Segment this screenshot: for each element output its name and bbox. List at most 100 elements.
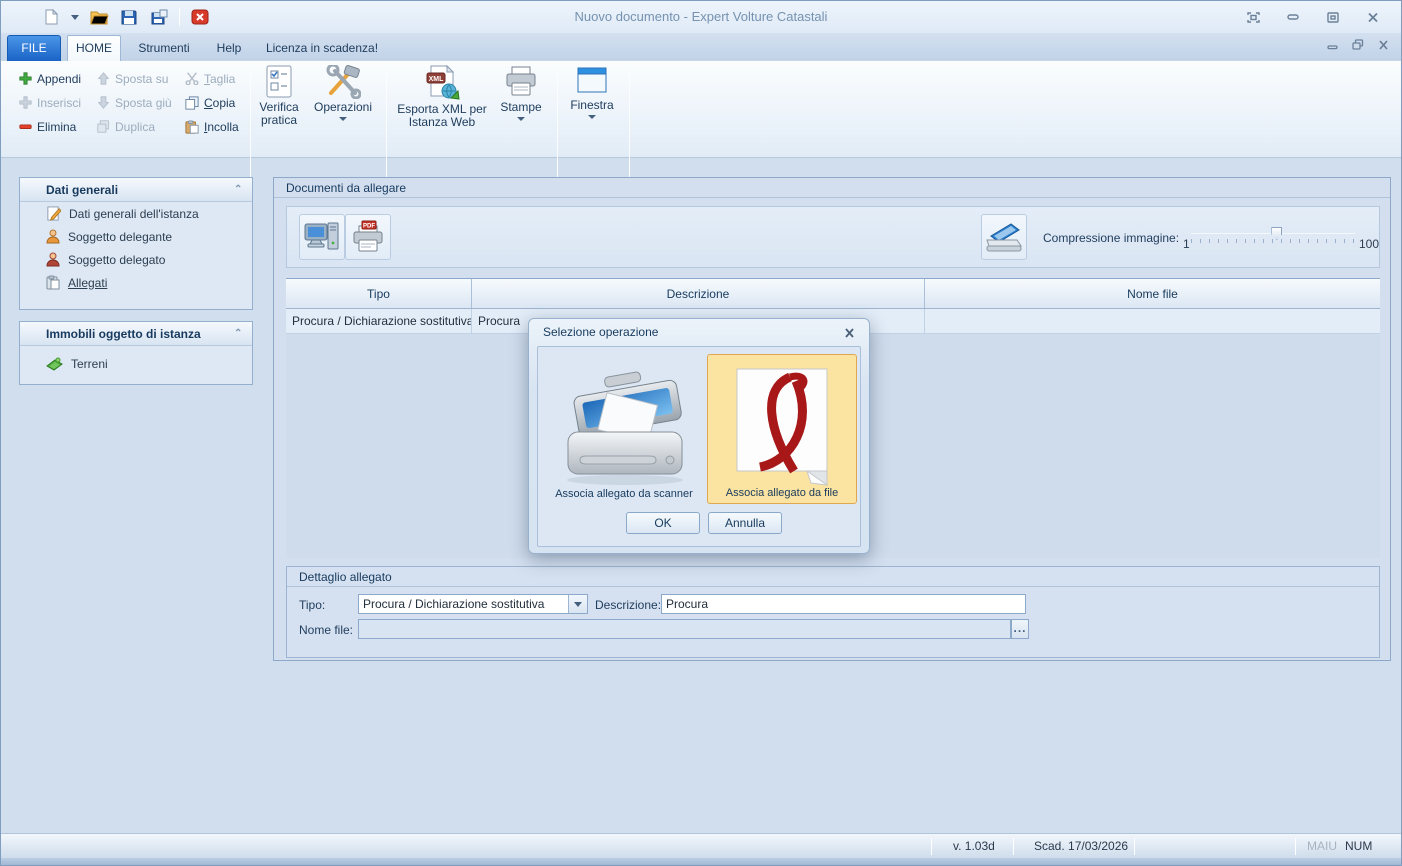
tab-file[interactable]: FILE bbox=[7, 35, 61, 61]
nome-file-label: Nome file: bbox=[299, 623, 353, 637]
scadenza-text: Scad. 17/03/2026 bbox=[1034, 839, 1128, 853]
column-header-nome-file[interactable]: Nome file bbox=[925, 279, 1380, 308]
compression-slider[interactable]: 1 100 bbox=[1183, 219, 1379, 259]
incolla-button[interactable]: Incolla bbox=[181, 116, 243, 137]
fullscreen-button[interactable] bbox=[1239, 7, 1267, 27]
mdi-close-button[interactable] bbox=[1378, 39, 1389, 53]
tipo-combo-dropdown[interactable] bbox=[568, 595, 587, 613]
maiu-indicator: MAIU bbox=[1307, 839, 1337, 853]
sidebar-item-label: Allegati bbox=[68, 276, 107, 290]
ok-button[interactable]: OK bbox=[626, 512, 700, 534]
pdf-print-button[interactable]: PDF bbox=[345, 214, 391, 260]
sidebar-item-soggetto-delegato[interactable]: Soggetto delegato bbox=[20, 248, 252, 271]
tab-home[interactable]: HOME bbox=[67, 35, 121, 61]
tab-help[interactable]: Help bbox=[209, 35, 249, 61]
tipo-combobox[interactable]: Procura / Dichiarazione sostitutiva bbox=[358, 594, 588, 614]
esporta-xml-label: Esporta XML per Istanza Web bbox=[394, 103, 490, 129]
cell-nome-file bbox=[925, 309, 1380, 333]
sposta-su-button: Sposta su bbox=[93, 68, 172, 89]
plus-gray-icon bbox=[19, 96, 32, 109]
tab-licenza[interactable]: Licenza in scadenza! bbox=[263, 35, 381, 61]
statusbar-separator bbox=[931, 838, 932, 855]
verifica-pratica-button[interactable]: Verifica pratica bbox=[254, 65, 304, 139]
scanner-icon bbox=[985, 220, 1023, 254]
sidebar-item-label: Dati generali dell'istanza bbox=[69, 207, 199, 221]
paste-icon bbox=[185, 120, 199, 134]
window-title: Nuovo documento - Expert Volture Catasta… bbox=[1, 9, 1401, 24]
detail-section: Dettaglio allegato Tipo: Procura / Dichi… bbox=[286, 566, 1380, 658]
num-indicator: NUM bbox=[1345, 839, 1372, 853]
pdf-file-icon bbox=[732, 367, 832, 487]
svg-text:PDF: PDF bbox=[363, 224, 375, 230]
stampe-dropdown-caret bbox=[517, 117, 525, 121]
copia-button[interactable]: Copia bbox=[181, 92, 239, 113]
finestra-button[interactable]: Finestra bbox=[563, 65, 621, 139]
sidebar-item-soggetto-delegante[interactable]: Soggetto delegante bbox=[20, 225, 252, 248]
mdi-minimize-button[interactable] bbox=[1327, 39, 1338, 53]
ribbon-tab-bar: FILE HOME Strumenti Help Licenza in scad… bbox=[1, 33, 1401, 61]
close-icon bbox=[1367, 12, 1379, 23]
copy-icon bbox=[185, 96, 199, 110]
nome-file-input[interactable] bbox=[358, 619, 1011, 639]
option-scanner-tile[interactable]: Associa allegato da scanner bbox=[549, 354, 699, 504]
sidebar-item-dati-generali-istanza[interactable]: Dati generali dell'istanza bbox=[20, 202, 252, 225]
status-bar: v. 1.03d Scad. 17/03/2026 MAIU NUM bbox=[1, 833, 1401, 858]
fullscreen-icon bbox=[1247, 12, 1260, 23]
window-bottom-edge bbox=[1, 858, 1401, 866]
slider-min-label: 1 bbox=[1183, 237, 1190, 251]
scanner-button[interactable] bbox=[981, 214, 1027, 260]
appendi-label: Appendi bbox=[37, 72, 81, 86]
mdi-close-icon bbox=[1378, 40, 1389, 50]
dialog-close-button[interactable] bbox=[841, 326, 857, 340]
option-file-label: Associa allegato da file bbox=[726, 487, 839, 499]
computer-icon bbox=[304, 221, 340, 253]
descrizione-input[interactable]: Procura bbox=[661, 594, 1026, 614]
mdi-minimize-icon bbox=[1327, 40, 1338, 50]
operazioni-label: Operazioni bbox=[314, 101, 372, 114]
column-header-tipo[interactable]: Tipo bbox=[286, 279, 472, 308]
sidebar-item-terreni[interactable]: Terreni bbox=[20, 346, 252, 382]
maximize-button[interactable] bbox=[1319, 7, 1347, 27]
arrow-down-icon bbox=[97, 96, 110, 109]
person-red-icon bbox=[46, 252, 60, 267]
minimize-button[interactable] bbox=[1279, 7, 1307, 27]
slider-track[interactable] bbox=[1191, 233, 1355, 234]
sidebar-item-allegati[interactable]: Allegati bbox=[20, 271, 252, 294]
appendi-button[interactable]: Appendi bbox=[15, 68, 85, 89]
detail-title-divider bbox=[287, 586, 1379, 587]
dialog-title: Selezione operazione bbox=[543, 325, 658, 339]
acquire-from-computer-button[interactable] bbox=[299, 214, 345, 260]
taglia-label: Taglia bbox=[204, 72, 235, 86]
sidebar-group-header-dati-generali[interactable]: Dati generali ⌃ bbox=[20, 178, 252, 202]
esporta-xml-button[interactable]: XML Esporta XML per Istanza Web bbox=[394, 65, 490, 139]
elimina-label: Elimina bbox=[37, 120, 76, 134]
duplicate-icon bbox=[97, 120, 110, 133]
version-text: v. 1.03d bbox=[953, 839, 995, 853]
close-button[interactable] bbox=[1359, 7, 1387, 27]
stampe-button[interactable]: Stampe bbox=[493, 65, 549, 139]
sposta-giu-label: Sposta giù bbox=[115, 96, 172, 110]
svg-text:XML: XML bbox=[429, 76, 445, 83]
attachments-toolbar: PDF Compressione immagine: 1 100 bbox=[286, 206, 1380, 268]
finestra-label: Finestra bbox=[570, 99, 613, 112]
arrow-up-icon bbox=[97, 72, 110, 85]
statusbar-separator bbox=[1013, 838, 1014, 855]
column-header-descrizione[interactable]: Descrizione bbox=[472, 279, 925, 308]
mdi-window-controls bbox=[1327, 39, 1389, 53]
tab-strumenti[interactable]: Strumenti bbox=[129, 35, 199, 61]
elimina-button[interactable]: Elimina bbox=[15, 116, 80, 137]
printer-icon bbox=[504, 65, 538, 99]
annulla-button[interactable]: Annulla bbox=[708, 512, 782, 534]
sidebar-group-header-immobili[interactable]: Immobili oggetto di istanza ⌃ bbox=[20, 322, 252, 346]
statusbar-separator bbox=[1134, 838, 1135, 855]
sidebar-item-label: Terreni bbox=[71, 357, 108, 371]
mdi-restore-button[interactable] bbox=[1352, 39, 1364, 53]
sidebar-group-dati-generali: Dati generali ⌃ Dati generali dell'istan… bbox=[19, 177, 253, 310]
pdf-printer-icon: PDF bbox=[350, 220, 386, 254]
duplica-label: Duplica bbox=[115, 120, 155, 134]
collapse-chevron-icon: ⌃ bbox=[234, 186, 242, 194]
operazioni-button[interactable]: Operazioni bbox=[309, 65, 377, 139]
browse-button[interactable]: ... bbox=[1011, 619, 1029, 639]
option-file-tile[interactable]: Associa allegato da file bbox=[707, 354, 857, 504]
compression-label: Compressione immagine: bbox=[1043, 231, 1179, 245]
